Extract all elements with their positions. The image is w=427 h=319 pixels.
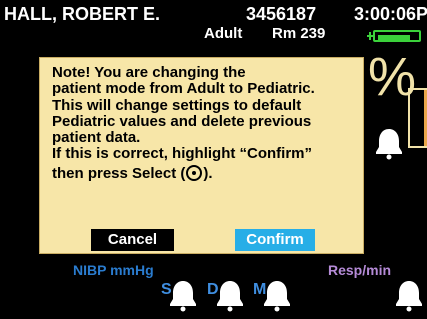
dialog-line-1: Note! You are changing the <box>52 64 246 81</box>
mean-indicator: M <box>253 281 267 298</box>
systolic-indicator: S <box>161 281 172 298</box>
nibp-label: NIBP mmHg <box>73 262 154 278</box>
cancel-button[interactable]: Cancel <box>91 229 174 251</box>
patient-type: Adult <box>204 25 243 42</box>
battery-level <box>378 35 410 41</box>
confirm-button[interactable]: Confirm <box>235 229 315 251</box>
dialog-note: Note! You are changing the patient mode … <box>52 65 315 97</box>
bell-icon <box>392 278 426 312</box>
room-number: Rm 239 <box>272 25 326 42</box>
patient-id: 3456187 <box>246 4 317 24</box>
select-button-icon <box>186 165 203 181</box>
battery-icon <box>367 30 421 42</box>
dialog-instruction: If this is correct, highlight “Confirm” … <box>52 146 312 182</box>
diastolic-indicator: D <box>207 281 219 298</box>
resp-label: Resp/min <box>328 262 392 278</box>
vitals-bar <box>410 90 427 146</box>
patient-name: HALL, ROBERT E. <box>4 4 160 24</box>
dialog-warning: This will change settings to default Ped… <box>52 98 311 146</box>
monitor-header: HALL, ROBERT E. 3456187 Adult Rm 239 3:0… <box>0 0 427 46</box>
dialog-line-5: patient data. <box>52 129 141 146</box>
dialog-line-6: If this is correct, highlight “Confirm” <box>52 145 313 162</box>
dialog-line-3: This will change settings to default <box>52 97 302 114</box>
dialog-line-2: patient mode from Adult to Pediatric. <box>52 80 315 97</box>
dialog-line-7-suffix: ). <box>203 165 213 182</box>
clock: 3:00:06P <box>354 4 427 24</box>
patient-mode-dialog: Note! You are changing the patient mode … <box>39 57 364 254</box>
dialog-line-7-prefix: then press Select ( <box>52 165 186 182</box>
bell-icon <box>372 126 406 160</box>
dialog-line-4: Pediatric values and delete previous <box>52 113 312 130</box>
